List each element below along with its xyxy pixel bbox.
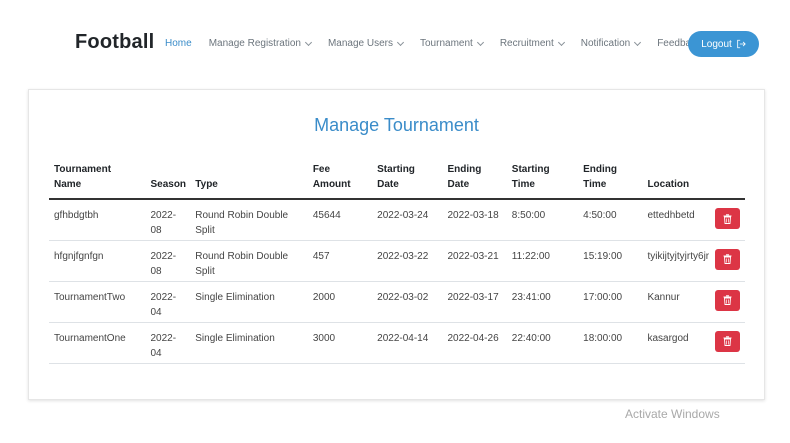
header-fee-amount: Fee Amount <box>307 162 373 200</box>
cell-location: Kannur <box>642 281 719 323</box>
cell-fee: 45644 <box>307 199 373 241</box>
nav-manage-users-label: Manage Users <box>327 38 393 49</box>
cell-start-date: 2022-04-14 <box>372 322 443 364</box>
trash-icon <box>723 213 732 224</box>
cell-type: Single Elimination <box>190 281 308 323</box>
nav-recruitment[interactable]: Recruitment <box>499 38 565 49</box>
tournament-table: Tournament Name Season Type Fee Amount Sta… <box>49 162 745 364</box>
nav-recruitment-label: Recruitment <box>499 38 554 49</box>
logout-label: Logout <box>701 38 732 50</box>
nav-notification[interactable]: Notification <box>580 38 642 49</box>
header-starting-time: Starting Time <box>506 162 579 200</box>
page-title: Manage Tournament <box>314 115 479 135</box>
nav-manage-registration[interactable]: Manage Registration <box>208 38 313 49</box>
brand-logo[interactable]: Football <box>75 31 154 54</box>
header-starting-date: Starting Date <box>372 162 443 200</box>
logout-button[interactable]: Logout <box>688 31 759 57</box>
header-ending-date: Ending Date <box>442 162 507 200</box>
nav-home-label: Home <box>165 38 192 49</box>
cell-end-date: 2022-03-17 <box>442 281 507 323</box>
cell-season: 2022- 08 <box>145 199 191 241</box>
header-ending-time: Ending Time <box>578 162 643 200</box>
cell-name: TournamentOne <box>49 322 146 364</box>
cell-end-time: 15:19:00 <box>578 240 643 282</box>
table-row: TournamentOne 2022- 04 Single Elimination… <box>49 322 745 364</box>
cell-start-date: 2022-03-24 <box>372 199 443 241</box>
cell-end-time: 17:00:00 <box>578 281 643 323</box>
cell-start-time: 11:22:00 <box>506 240 579 282</box>
main-nav: Home Manage Registration Manage Users To… <box>165 38 723 49</box>
table-row: gfhbdgtbh 2022- 08 Round Robin Double Spli… <box>49 199 745 241</box>
cell-start-time: 22:40:00 <box>506 322 579 364</box>
cell-season: 2022- 04 <box>145 281 191 323</box>
nav-manage-registration-label: Manage Registration <box>208 38 301 49</box>
cell-end-time: 4:50:00 <box>578 199 643 241</box>
cell-start-time: 8:50:00 <box>506 199 579 241</box>
cell-end-date: 2022-03-18 <box>442 199 507 241</box>
table-row: TournamentTwo 2022- 04 Single Elimination… <box>49 281 745 323</box>
chevron-down-icon <box>557 38 565 46</box>
cell-start-time: 23:41:00 <box>506 281 579 323</box>
cell-end-date: 2022-03-21 <box>442 240 507 282</box>
trash-icon <box>723 295 732 305</box>
nav-tournament[interactable]: Tournament <box>420 38 484 49</box>
cell-location: tyikijtyjtyjrty6jr <box>642 240 719 282</box>
nav-manage-users[interactable]: Manage Users <box>327 38 405 49</box>
cell-fee: 3000 <box>307 322 373 364</box>
nav-tournament-label: Tournament <box>420 38 473 49</box>
cell-actions <box>714 199 745 241</box>
activate-windows-watermark: Activate Windows <box>625 407 720 421</box>
cell-location: ettedhbetd <box>642 199 719 241</box>
header-type: Type <box>190 162 308 200</box>
chevron-down-icon <box>634 38 642 46</box>
cell-name: TournamentTwo <box>49 281 146 323</box>
cell-end-date: 2022-04-26 <box>442 322 507 364</box>
table-row: hfgnjfgnfgn 2022- 08 Round Robin Double Sp… <box>49 240 745 282</box>
delete-button[interactable] <box>714 208 740 229</box>
cell-name: gfhbdgtbh <box>49 199 146 241</box>
table-header-row: Tournament Name Season Type Fee Amount Sta… <box>49 162 745 200</box>
tournament-card: Manage Tournament Tournament Name Season … <box>28 89 765 400</box>
cell-start-date: 2022-03-02 <box>372 281 443 323</box>
cell-type: Single Elimination <box>190 322 308 364</box>
logout-icon <box>737 39 746 49</box>
nav-notification-label: Notification <box>580 38 631 49</box>
nav-home[interactable]: Home <box>165 38 192 49</box>
header-tournament-name: Tournament Name <box>49 162 146 200</box>
chevron-down-icon <box>396 38 405 46</box>
trash-icon <box>723 336 732 346</box>
delete-button[interactable] <box>714 289 740 311</box>
header-location: Location <box>642 162 719 200</box>
cell-start-date: 2022-03-22 <box>372 240 443 282</box>
trash-icon <box>723 254 732 264</box>
delete-button[interactable] <box>714 248 740 270</box>
cell-fee: 457 <box>307 240 373 282</box>
chevron-down-icon <box>476 38 484 46</box>
header-actions <box>718 162 745 200</box>
delete-button[interactable] <box>714 330 740 352</box>
cell-fee: 2000 <box>307 281 373 323</box>
navbar: Football Home Manage Registration Manage… <box>0 0 790 88</box>
cell-type: Round Robin Double Split <box>190 240 308 282</box>
header-season: Season <box>145 162 191 200</box>
cell-season: 2022- 04 <box>145 322 191 364</box>
cell-actions <box>714 281 745 323</box>
cell-end-time: 18:00:00 <box>578 322 643 364</box>
cell-actions <box>714 240 745 282</box>
cell-season: 2022- 08 <box>145 240 191 282</box>
cell-actions <box>714 322 745 364</box>
cell-name: hfgnjfgnfgn <box>49 240 146 282</box>
chevron-down-icon <box>304 38 313 46</box>
cell-location: kasargod <box>642 322 719 364</box>
cell-type: Round Robin Double Split <box>190 199 308 241</box>
